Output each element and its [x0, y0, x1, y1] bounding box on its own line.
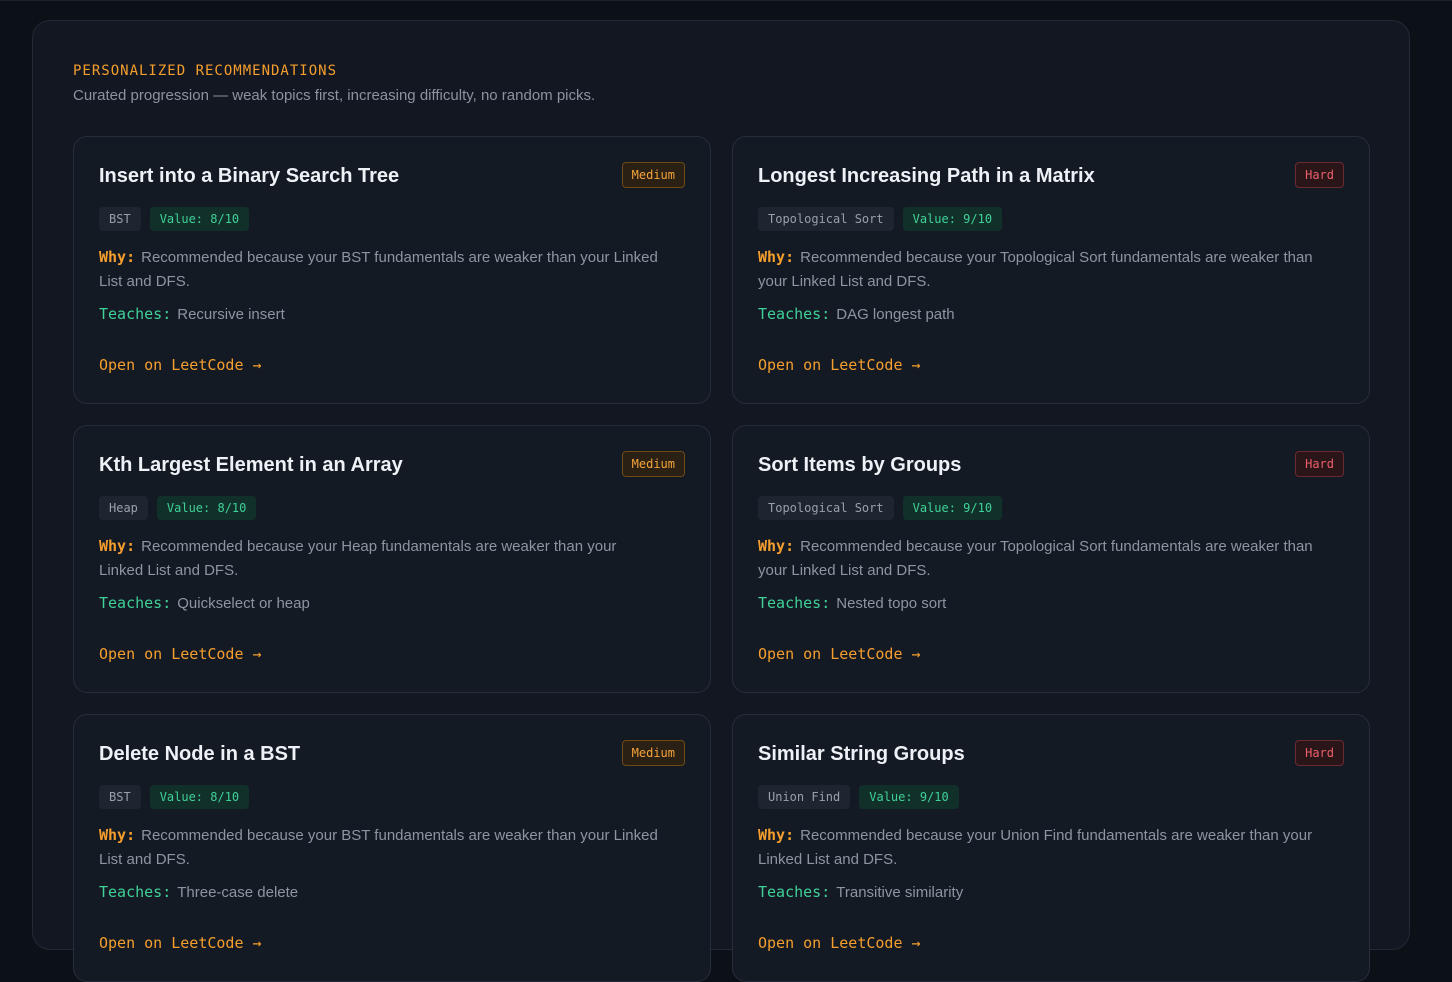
difficulty-badge: Hard: [1295, 740, 1344, 766]
teaches-text: Teaches: Transitive similarity: [758, 883, 963, 901]
why-reason: Recommended because your Topological Sor…: [758, 538, 1313, 579]
teaches-value: Nested topo sort: [836, 595, 947, 612]
recommendation-card: Sort Items by Groups Hard Topological So…: [732, 425, 1370, 693]
recommendation-card: Delete Node in a BST Medium BST Value: 8…: [73, 714, 711, 982]
why-text: Why: Recommended because your BST fundame…: [99, 823, 659, 872]
problem-title: Kth Largest Element in an Array: [99, 454, 403, 476]
teaches-text: Teaches: Recursive insert: [99, 305, 285, 323]
section-subtitle: Curated progression — weak topics first,…: [73, 87, 596, 104]
top-divider: [0, 0, 1452, 1]
topic-tag: BST: [99, 785, 141, 809]
section-title: PERSONALIZED RECOMMENDATIONS: [73, 63, 338, 79]
teaches-value: Recursive insert: [177, 306, 285, 323]
tag-row: Topological Sort Value: 9/10: [758, 207, 1003, 231]
problem-title: Insert into a Binary Search Tree: [99, 165, 400, 187]
topic-tag: Union Find: [758, 785, 851, 809]
teaches-text: Teaches: Quickselect or heap: [99, 594, 310, 612]
tag-row: Topological Sort Value: 9/10: [758, 496, 1003, 520]
value-tag: Value: 9/10: [902, 207, 1003, 231]
value-tag: Value: 9/10: [902, 496, 1003, 520]
open-leetcode-link[interactable]: Open on LeetCode →: [99, 356, 262, 374]
teaches-label: Teaches:: [758, 594, 831, 612]
difficulty-badge: Medium: [621, 162, 685, 188]
topic-tag: Topological Sort: [758, 207, 894, 231]
problem-title: Delete Node in a BST: [99, 743, 301, 765]
teaches-label: Teaches:: [758, 883, 831, 901]
problem-title: Longest Increasing Path in a Matrix: [758, 165, 1095, 187]
recommendation-card: Longest Increasing Path in a Matrix Hard…: [732, 136, 1370, 404]
why-reason: Recommended because your Topological Sor…: [758, 249, 1313, 290]
why-text: Why: Recommended because your Topological…: [758, 534, 1318, 583]
why-label: Why:: [99, 248, 136, 266]
difficulty-badge: Medium: [621, 451, 685, 477]
why-reason: Recommended because your Heap fundamenta…: [99, 538, 617, 579]
teaches-value: Three-case delete: [177, 884, 299, 901]
open-leetcode-link[interactable]: Open on LeetCode →: [758, 356, 921, 374]
tag-row: BST Value: 8/10: [99, 785, 250, 809]
why-text: Why: Recommended because your Heap fundam…: [99, 534, 659, 583]
open-leetcode-link[interactable]: Open on LeetCode →: [758, 645, 921, 663]
difficulty-badge: Hard: [1295, 162, 1344, 188]
recommendation-card: Insert into a Binary Search Tree Medium …: [73, 136, 711, 404]
why-label: Why:: [99, 537, 136, 555]
tag-row: BST Value: 8/10: [99, 207, 250, 231]
tag-row: Union Find Value: 9/10: [758, 785, 959, 809]
difficulty-badge: Hard: [1295, 451, 1344, 477]
value-tag: Value: 8/10: [156, 496, 257, 520]
why-label: Why:: [758, 826, 795, 844]
why-text: Why: Recommended because your Topological…: [758, 245, 1318, 294]
teaches-value: DAG longest path: [836, 306, 955, 323]
open-leetcode-link[interactable]: Open on LeetCode →: [99, 934, 262, 952]
why-text: Why: Recommended because your BST fundame…: [99, 245, 659, 294]
value-tag: Value: 9/10: [859, 785, 959, 809]
why-text: Why: Recommended because your Union Find …: [758, 823, 1318, 872]
recommendation-card: Similar String Groups Hard Union Find Va…: [732, 714, 1370, 982]
why-reason: Recommended because your BST fundamental…: [99, 827, 658, 868]
value-tag: Value: 8/10: [149, 207, 250, 231]
why-reason: Recommended because your BST fundamental…: [99, 249, 658, 290]
topic-tag: Topological Sort: [758, 496, 894, 520]
teaches-label: Teaches:: [99, 883, 172, 901]
recommendation-card: Kth Largest Element in an Array Medium H…: [73, 425, 711, 693]
why-reason: Recommended because your Union Find fund…: [758, 827, 1313, 868]
topic-tag: BST: [99, 207, 141, 231]
open-leetcode-link[interactable]: Open on LeetCode →: [758, 934, 921, 952]
teaches-value: Quickselect or heap: [177, 595, 310, 612]
teaches-text: Teaches: DAG longest path: [758, 305, 955, 323]
teaches-value: Transitive similarity: [836, 884, 964, 901]
open-leetcode-link[interactable]: Open on LeetCode →: [99, 645, 262, 663]
difficulty-badge: Medium: [621, 740, 685, 766]
problem-title: Similar String Groups: [758, 743, 965, 765]
tag-row: Heap Value: 8/10: [99, 496, 257, 520]
why-label: Why:: [758, 248, 795, 266]
why-label: Why:: [758, 537, 795, 555]
topic-tag: Heap: [99, 496, 148, 520]
teaches-label: Teaches:: [99, 305, 172, 323]
teaches-label: Teaches:: [99, 594, 172, 612]
value-tag: Value: 8/10: [149, 785, 250, 809]
why-label: Why:: [99, 826, 136, 844]
teaches-text: Teaches: Nested topo sort: [758, 594, 946, 612]
teaches-label: Teaches:: [758, 305, 831, 323]
recommendations-panel: PERSONALIZED RECOMMENDATIONS Curated pro…: [32, 20, 1410, 982]
problem-title: Sort Items by Groups: [758, 454, 962, 476]
teaches-text: Teaches: Three-case delete: [99, 883, 298, 901]
